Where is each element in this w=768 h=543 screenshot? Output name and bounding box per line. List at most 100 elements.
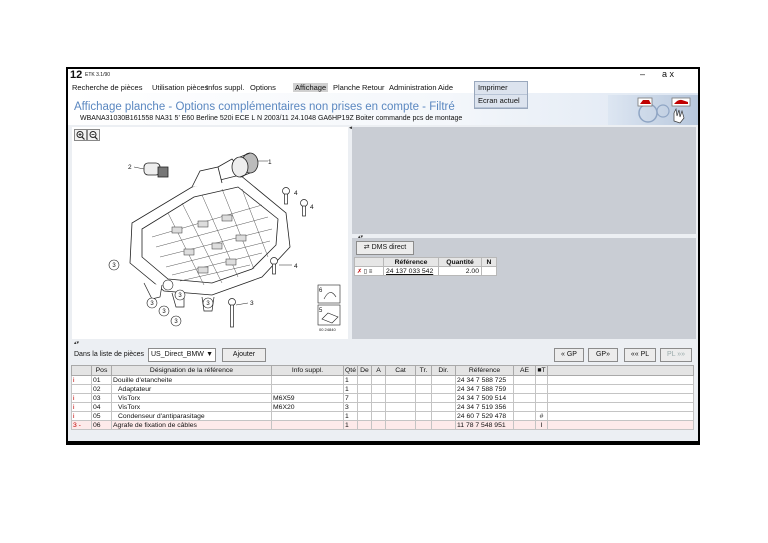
- row-mark[interactable]: i: [71, 393, 92, 403]
- prev-gp-button[interactable]: « GP: [554, 348, 584, 362]
- menu-item-imprimer[interactable]: Imprimer: [475, 82, 527, 95]
- row-cat[interactable]: [385, 411, 416, 421]
- col-ae[interactable]: AE: [513, 365, 536, 376]
- splitter-arrow-icon-3[interactable]: ▴▾: [74, 340, 79, 346]
- row-qty[interactable]: 1: [343, 420, 358, 430]
- row-pos[interactable]: 06: [91, 420, 112, 430]
- menu-retour[interactable]: Retour: [362, 83, 385, 92]
- menu-infos[interactable]: Infos suppl.: [206, 83, 244, 92]
- row-t[interactable]: [535, 393, 548, 403]
- row-qty[interactable]: 3: [343, 402, 358, 412]
- row-de[interactable]: [357, 402, 372, 412]
- row-pos[interactable]: 03: [91, 393, 112, 403]
- window-controls[interactable]: a x: [662, 69, 674, 79]
- row-mark[interactable]: [71, 384, 92, 394]
- row-tr[interactable]: [415, 384, 432, 394]
- dms-direct-button[interactable]: ⇄ DMS direct: [356, 241, 414, 255]
- col-a[interactable]: A: [371, 365, 386, 376]
- row-designation[interactable]: VisTorx: [111, 402, 272, 412]
- col-reference[interactable]: Référence: [455, 365, 514, 376]
- row-reference[interactable]: 24 60 7 529 478: [455, 411, 514, 421]
- row-tr[interactable]: [415, 411, 432, 421]
- row-tr[interactable]: [415, 375, 432, 385]
- list-icon[interactable]: ≡: [369, 269, 373, 275]
- col-qty[interactable]: Qté: [343, 365, 358, 376]
- row-pos[interactable]: 01: [91, 375, 112, 385]
- row-reference[interactable]: 24 34 7 588 725: [455, 375, 514, 385]
- row-designation[interactable]: Adaptateur: [111, 384, 272, 394]
- parts-list-select[interactable]: US_Direct_BMW ▼: [148, 348, 216, 362]
- menu-utilisation[interactable]: Utilisation pièces: [152, 83, 208, 92]
- row-de[interactable]: [357, 393, 372, 403]
- row-ae[interactable]: [513, 411, 536, 421]
- row-pos[interactable]: 04: [91, 402, 112, 412]
- row-reference[interactable]: 24 34 7 509 514: [455, 393, 514, 403]
- dms-n[interactable]: [481, 266, 497, 276]
- col-designation[interactable]: Désignation de la référence: [111, 365, 272, 376]
- row-spacer[interactable]: [547, 411, 694, 421]
- add-button[interactable]: Ajouter: [222, 348, 266, 362]
- menu-planche[interactable]: Planche: [333, 83, 360, 92]
- document-icon[interactable]: ▯: [364, 269, 367, 275]
- row-reference[interactable]: 24 34 7 519 356: [455, 402, 514, 412]
- row-spacer[interactable]: [547, 393, 694, 403]
- next-gp-button[interactable]: GP»: [588, 348, 618, 362]
- row-ae[interactable]: [513, 393, 536, 403]
- table-row[interactable]: i 05 Condenseur d'antiparasitage 1 24 60 7 5…: [71, 411, 694, 421]
- row-ae[interactable]: [513, 375, 536, 385]
- menu-item-ecran-actuel[interactable]: Ecran actuel: [475, 95, 527, 108]
- row-t[interactable]: I: [535, 420, 548, 430]
- dms-row[interactable]: ✗ ▯ ≡ 24 137 033 542 2.00: [354, 266, 497, 276]
- dms-quantity[interactable]: 2.00: [438, 266, 482, 276]
- row-t[interactable]: [535, 384, 548, 394]
- row-de[interactable]: [357, 411, 372, 421]
- row-qty[interactable]: 1: [343, 375, 358, 385]
- col-tr[interactable]: Tr.: [415, 365, 432, 376]
- table-row[interactable]: 02 Adaptateur 1 24 34 7 588 759: [71, 384, 694, 394]
- table-row[interactable]: i 01 Douille d'etancheite 1 24 34 7 588 725: [71, 375, 694, 385]
- row-designation[interactable]: Douille d'etancheite: [111, 375, 272, 385]
- row-cat[interactable]: [385, 384, 416, 394]
- row-info[interactable]: M6X59: [271, 393, 344, 403]
- row-pos[interactable]: 02: [91, 384, 112, 394]
- row-qty[interactable]: 1: [343, 384, 358, 394]
- col-de[interactable]: De: [357, 365, 372, 376]
- row-cat[interactable]: [385, 375, 416, 385]
- row-qty[interactable]: 7: [343, 393, 358, 403]
- row-t[interactable]: [535, 375, 548, 385]
- menu-aide[interactable]: Aide: [438, 83, 453, 92]
- menu-recherche[interactable]: Recherche de pièces: [72, 83, 142, 92]
- prev-pl-button[interactable]: «« PL: [624, 348, 656, 362]
- row-dir[interactable]: [431, 402, 456, 412]
- menu-options[interactable]: Options: [250, 83, 276, 92]
- row-tr[interactable]: [415, 393, 432, 403]
- row-a[interactable]: [371, 411, 386, 421]
- row-spacer[interactable]: [547, 420, 694, 430]
- row-spacer[interactable]: [547, 375, 694, 385]
- row-dir[interactable]: [431, 411, 456, 421]
- row-a[interactable]: [371, 384, 386, 394]
- col-info[interactable]: Info suppl.: [271, 365, 344, 376]
- row-ae[interactable]: [513, 420, 536, 430]
- row-cat[interactable]: [385, 420, 416, 430]
- row-info[interactable]: [271, 375, 344, 385]
- row-ae[interactable]: [513, 402, 536, 412]
- table-row[interactable]: 3 - 06 Agrafe de fixation de câbles 1 11 78…: [71, 420, 694, 430]
- table-row[interactable]: i 03 VisTorx M6X59 7 24 34 7 509 514: [71, 393, 694, 403]
- col-dir[interactable]: Dir.: [431, 365, 456, 376]
- row-mark[interactable]: i: [71, 375, 92, 385]
- delete-icon[interactable]: ✗: [357, 269, 362, 275]
- row-de[interactable]: [357, 375, 372, 385]
- row-dir[interactable]: [431, 393, 456, 403]
- dms-reference[interactable]: 24 137 033 542: [383, 266, 439, 276]
- row-a[interactable]: [371, 402, 386, 412]
- row-pos[interactable]: 05: [91, 411, 112, 421]
- row-mark[interactable]: i: [71, 411, 92, 421]
- row-info[interactable]: [271, 411, 344, 421]
- row-reference[interactable]: 11 78 7 548 951: [455, 420, 514, 430]
- row-dir[interactable]: [431, 420, 456, 430]
- row-a[interactable]: [371, 393, 386, 403]
- row-designation[interactable]: Condenseur d'antiparasitage: [111, 411, 272, 421]
- row-designation[interactable]: Agrafe de fixation de câbles: [111, 420, 272, 430]
- row-t[interactable]: #: [535, 411, 548, 421]
